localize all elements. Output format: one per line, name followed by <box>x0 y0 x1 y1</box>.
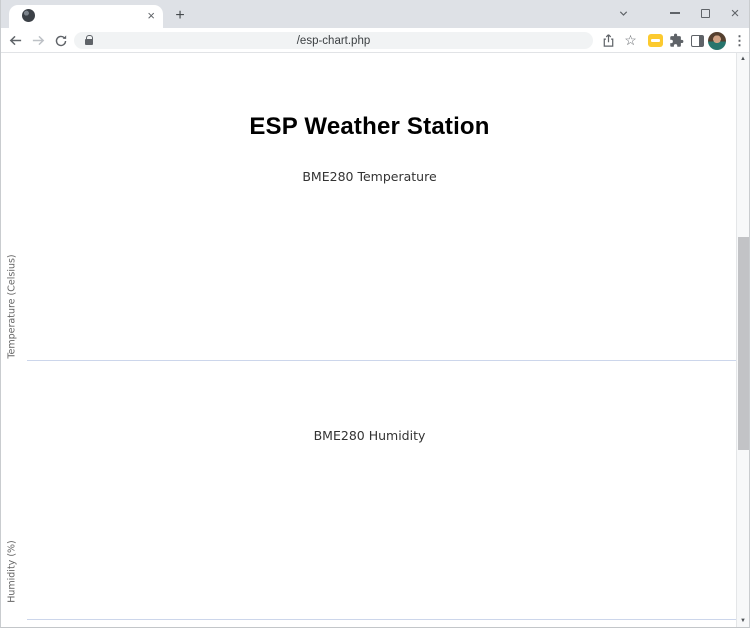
window-maximize-button[interactable] <box>691 0 719 26</box>
vertical-scrollbar[interactable]: ▲ ▼ <box>736 53 749 627</box>
scroll-up-icon[interactable]: ▲ <box>737 56 749 62</box>
share-icon <box>601 33 616 48</box>
window-minimize-button[interactable] <box>661 0 689 26</box>
browser-menu-button[interactable]: ⋮ <box>730 31 749 50</box>
bookmark-button[interactable]: ☆ <box>621 31 640 50</box>
window-chevron-down-icon[interactable] <box>609 0 637 26</box>
chart1-xaxis-line <box>27 360 738 361</box>
yellow-extension-icon <box>648 34 663 47</box>
tab-strip: × + × <box>1 0 749 28</box>
scroll-down-icon[interactable]: ▼ <box>737 618 749 624</box>
forward-arrow-icon <box>31 33 46 48</box>
extensions-button[interactable] <box>667 31 686 50</box>
scrollbar-thumb[interactable] <box>738 237 749 450</box>
forward-button[interactable] <box>30 32 47 49</box>
reload-icon <box>54 34 68 48</box>
extension-yellow-button[interactable] <box>646 31 665 50</box>
tab-close-icon[interactable]: × <box>147 7 155 25</box>
address-bar[interactable]: /esp-chart.php <box>74 32 593 49</box>
new-tab-button[interactable]: + <box>169 5 191 27</box>
chevron-down-icon <box>618 8 629 19</box>
avatar <box>708 32 726 50</box>
chart2-title: BME280 Humidity <box>1 428 738 443</box>
back-arrow-icon <box>8 33 23 48</box>
window-close-button[interactable]: × <box>721 0 749 26</box>
browser-toolbar: /esp-chart.php ☆ ⋮ <box>1 28 749 53</box>
active-tab[interactable]: × <box>9 5 163 28</box>
back-button[interactable] <box>7 32 24 49</box>
maximize-icon <box>701 9 710 18</box>
chart2-xaxis-line <box>27 619 738 620</box>
side-panel-icon <box>691 35 704 47</box>
page-content: ESP Weather Station BME280 Temperature T… <box>1 53 738 627</box>
star-icon: ☆ <box>624 32 637 49</box>
chart1-title: BME280 Temperature <box>1 169 738 184</box>
reload-button[interactable] <box>52 32 69 49</box>
url-text[interactable]: /esp-chart.php <box>74 35 593 47</box>
site-favicon-globe-icon <box>22 9 35 22</box>
close-icon: × <box>731 5 740 22</box>
kebab-menu-icon: ⋮ <box>733 33 746 49</box>
share-button[interactable] <box>599 31 618 50</box>
browser-window: × + × /esp-chart.php <box>0 0 750 628</box>
chart2-yaxis-label: Humidity (%) <box>7 472 18 628</box>
puzzle-icon <box>669 33 684 48</box>
side-panel-button[interactable] <box>688 31 707 50</box>
minimize-icon <box>670 12 680 13</box>
profile-button[interactable] <box>707 31 726 50</box>
chart1-yaxis-label: Temperature (Celsius) <box>7 207 18 407</box>
page-title: ESP Weather Station <box>1 113 738 141</box>
